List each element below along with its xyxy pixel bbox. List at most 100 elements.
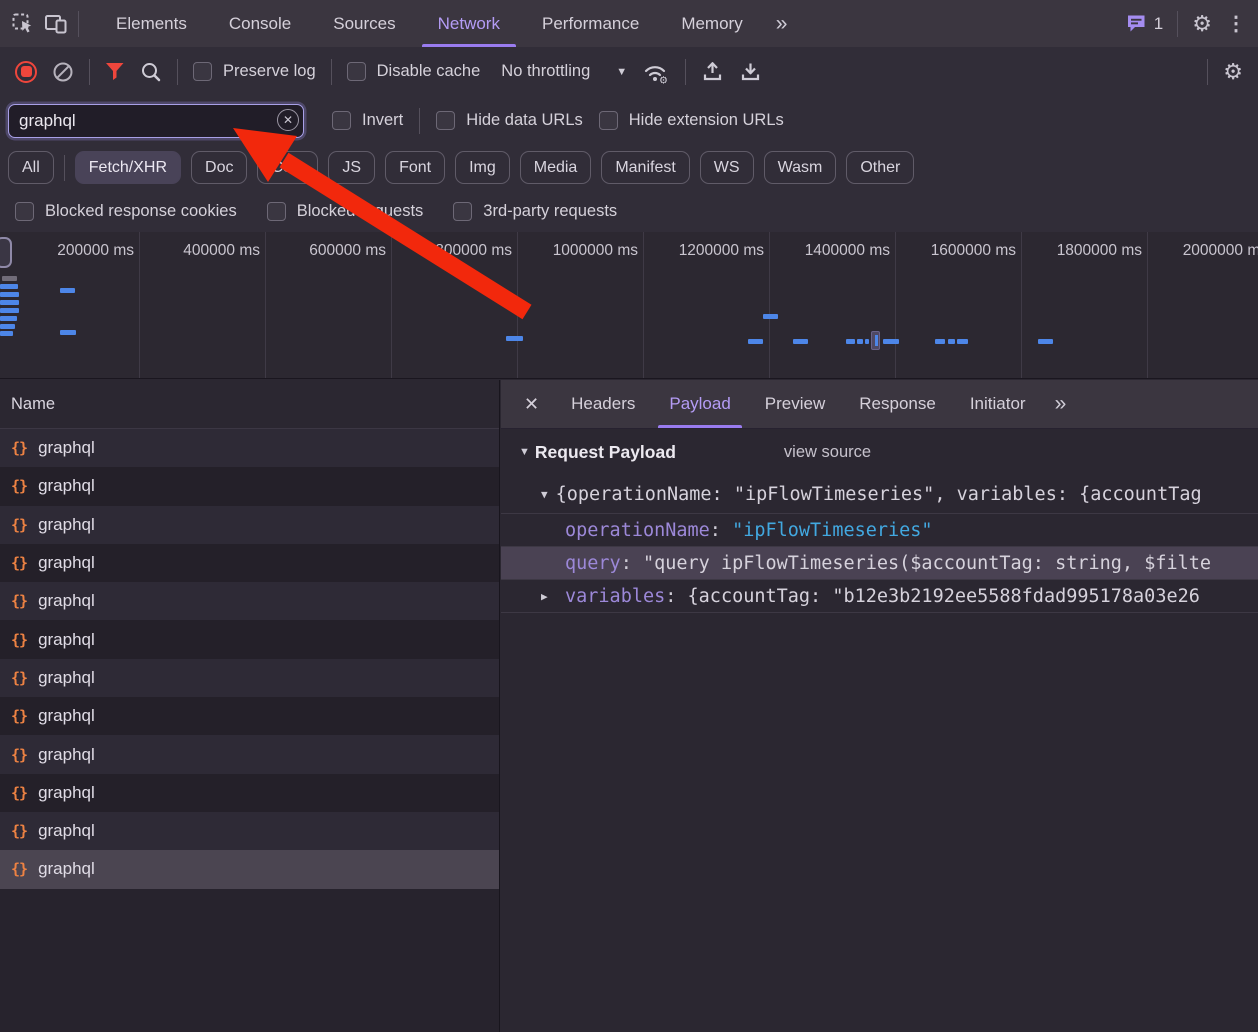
blocked-response-cookies-checkbox[interactable] [15, 202, 34, 221]
detail-tab-headers[interactable]: Headers [554, 380, 652, 428]
request-details-panel: ✕ HeadersPayloadPreviewResponseInitiator… [501, 380, 1258, 1032]
type-filter-wasm[interactable]: Wasm [764, 151, 837, 184]
type-filter-js[interactable]: JS [328, 151, 375, 184]
hide-data-urls-checkbox[interactable] [436, 111, 455, 130]
inspect-element-icon[interactable] [12, 13, 34, 35]
invert-checkbox[interactable] [332, 111, 351, 130]
issues-counter[interactable]: 1 [1126, 14, 1163, 34]
request-row[interactable]: {}graphql [0, 467, 499, 505]
type-filter-media[interactable]: Media [520, 151, 592, 184]
type-filter-ws[interactable]: WS [700, 151, 754, 184]
search-icon[interactable] [140, 61, 162, 83]
clear-filter-icon[interactable]: ✕ [277, 109, 299, 131]
type-filter-manifest[interactable]: Manifest [601, 151, 689, 184]
more-tabs-icon[interactable]: » [764, 0, 798, 47]
tabbar-left-icons [0, 0, 79, 47]
collapse-triangle-icon[interactable]: ▼ [519, 446, 530, 458]
3rd-party-requests-checkbox[interactable] [453, 202, 472, 221]
request-row[interactable]: {}graphql [0, 544, 499, 582]
disable-cache-checkbox[interactable] [347, 62, 366, 81]
type-filter-fetch-xhr[interactable]: Fetch/XHR [75, 151, 181, 184]
type-filter-other[interactable]: Other [846, 151, 914, 184]
preserve-log-checkbox[interactable] [193, 62, 212, 81]
payload-entries: operationName: "ipFlowTimeseries"query: … [501, 513, 1258, 613]
settings-gear-icon[interactable]: ⚙ [1192, 13, 1212, 35]
request-row[interactable]: {}graphql [0, 812, 499, 850]
timeline-gridline [517, 232, 518, 378]
tab-elements[interactable]: Elements [95, 0, 208, 47]
view-source-link[interactable]: view source [784, 443, 871, 462]
tab-strip: ElementsConsoleSourcesNetworkPerformance… [95, 0, 764, 47]
blocked-requests-checkbox[interactable] [267, 202, 286, 221]
request-table: Name {}graphql{}graphql{}graphql{}graphq… [0, 380, 500, 1032]
filter-funnel-icon[interactable] [105, 62, 125, 81]
timeline-overview[interactable]: 200000 ms400000 ms600000 ms800000 ms1000… [0, 232, 1258, 379]
type-filter-css[interactable]: CSS [257, 151, 318, 184]
timeline-tick-label: 1800000 ms [1057, 242, 1142, 260]
request-timing-bar [2, 276, 17, 281]
payload-entry-variables[interactable]: ▶variables: {accountTag: "b12e3b2192ee55… [501, 580, 1258, 613]
filter-input[interactable] [8, 104, 304, 138]
hide-extension-urls-checkbox[interactable] [599, 111, 618, 130]
request-row[interactable]: {}graphql [0, 735, 499, 773]
kebab-menu-icon[interactable]: ⋮ [1226, 11, 1246, 36]
record-network-log-button[interactable] [15, 61, 37, 83]
tab-network[interactable]: Network [417, 0, 521, 47]
import-har-icon[interactable] [701, 60, 724, 83]
timeline-gridline [895, 232, 896, 378]
more-detail-tabs-icon[interactable]: » [1043, 380, 1077, 428]
type-filter-font[interactable]: Font [385, 151, 445, 184]
payload-entry-operationname[interactable]: operationName: "ipFlowTimeseries" [501, 513, 1258, 547]
request-name: graphql [38, 745, 95, 765]
detail-tab-initiator[interactable]: Initiator [953, 380, 1043, 428]
request-timing-bar [846, 339, 855, 344]
toolbar-divider [685, 59, 686, 85]
blocked-requests-control: Blocked requests [267, 202, 424, 221]
detail-tab-payload[interactable]: Payload [652, 380, 747, 428]
fetch-xhr-icon: {} [11, 784, 27, 802]
device-toolbar-icon[interactable] [44, 13, 68, 35]
fetch-xhr-icon: {} [11, 707, 27, 725]
issues-count: 1 [1154, 14, 1163, 34]
blocked-response-cookies-label: Blocked response cookies [45, 202, 237, 221]
request-name: graphql [38, 438, 95, 458]
tab-performance[interactable]: Performance [521, 0, 660, 47]
request-timing-bar [793, 339, 808, 344]
request-timing-bar [748, 339, 763, 344]
detail-tab-preview[interactable]: Preview [748, 380, 842, 428]
type-filter-img[interactable]: Img [455, 151, 510, 184]
network-settings-gear-icon[interactable]: ⚙ [1223, 61, 1243, 83]
request-row[interactable]: {}graphql [0, 620, 499, 658]
request-timing-bar [0, 300, 19, 305]
network-conditions-icon[interactable]: ⚙ [642, 60, 670, 84]
network-toolbar: Preserve log Disable cache No throttling… [0, 47, 1258, 96]
expand-arrow-icon[interactable]: ▶ [541, 590, 548, 603]
hide-extension-urls-control: Hide extension URLs [599, 111, 784, 130]
request-row[interactable]: {}graphql [0, 850, 499, 888]
request-row[interactable]: {}graphql [0, 774, 499, 812]
timeline-left-handle[interactable] [0, 237, 12, 268]
timeline-tick-label: 600000 ms [309, 242, 386, 260]
request-row[interactable]: {}graphql [0, 659, 499, 697]
clear-network-log-icon[interactable] [52, 61, 74, 83]
type-filter-all[interactable]: All [8, 151, 54, 184]
detail-tab-response[interactable]: Response [842, 380, 953, 428]
name-column-header[interactable]: Name [0, 380, 499, 429]
tab-console[interactable]: Console [208, 0, 312, 47]
request-timing-bar [0, 292, 19, 297]
payload-entry-query[interactable]: query: "query ipFlowTimeseries($accountT… [501, 547, 1258, 580]
type-filter-doc[interactable]: Doc [191, 151, 247, 184]
collapse-triangle-icon[interactable]: ▼ [541, 488, 548, 501]
throttling-dropdown[interactable]: No throttling ▼ [501, 62, 627, 81]
tab-sources[interactable]: Sources [312, 0, 416, 47]
request-row[interactable]: {}graphql [0, 429, 499, 467]
export-har-icon[interactable] [739, 60, 762, 83]
tab-memory[interactable]: Memory [660, 0, 763, 47]
request-row[interactable]: {}graphql [0, 582, 499, 620]
request-timing-bar [1038, 339, 1053, 344]
close-details-icon[interactable]: ✕ [509, 380, 554, 428]
payload-root-row[interactable]: ▼ {operationName: "ipFlowTimeseries", va… [501, 475, 1258, 513]
request-row[interactable]: {}graphql [0, 697, 499, 735]
request-timing-bar [0, 331, 13, 336]
request-row[interactable]: {}graphql [0, 506, 499, 544]
